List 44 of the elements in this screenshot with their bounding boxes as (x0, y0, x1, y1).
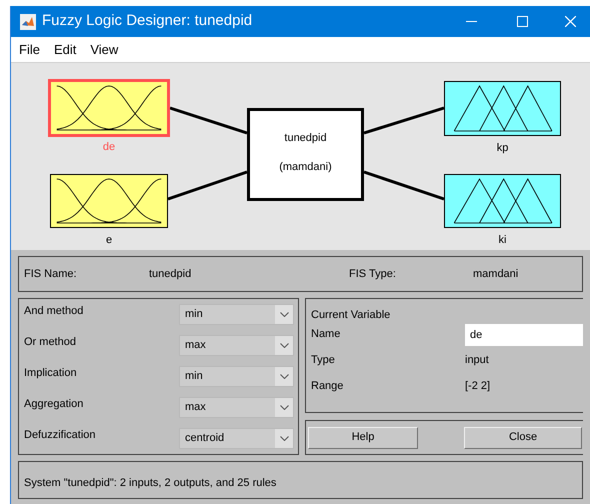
method-dropdown[interactable]: min (179, 366, 294, 386)
variable-label: e (106, 233, 112, 248)
chevron-down-icon (280, 312, 288, 316)
method-dropdown[interactable]: min (179, 304, 294, 324)
menu-item[interactable]: View (89, 40, 120, 60)
method-dropdown[interactable]: max (179, 334, 294, 356)
chevron-down-icon (280, 404, 288, 410)
variable-label: kp (496, 141, 508, 156)
field-value: input (465, 353, 489, 368)
minimize-icon (466, 21, 476, 22)
field-label: Type (311, 353, 336, 368)
system-name: tunedpid (284, 132, 327, 145)
chevron-down-icon (280, 374, 288, 378)
menu-item[interactable]: Edit (52, 40, 78, 60)
method-label: And method (23, 304, 84, 319)
panel-title: Current Variable (311, 308, 392, 323)
method-label: Aggregation (23, 397, 84, 412)
method-label: Or method (23, 335, 77, 350)
field-label: Range (311, 379, 344, 394)
chevron-down-icon (280, 342, 288, 348)
fis-name-label: FIS Name: (24, 267, 78, 282)
chevron-down-icon (280, 436, 288, 440)
menu-item[interactable]: File (18, 40, 41, 60)
name-field[interactable]: de (465, 324, 583, 346)
system-node[interactable]: tunedpid (mamdani) (247, 108, 364, 201)
method-dropdown[interactable]: max (179, 396, 294, 418)
field-value: [-2 2] (465, 379, 490, 394)
close-dialog-button[interactable]: Close (464, 426, 582, 448)
variable-label: de (102, 140, 116, 155)
window-title: Fuzzy Logic Designer: tunedpid (42, 11, 252, 32)
method-dropdown[interactable]: centroid (179, 428, 294, 448)
system-type: (mamdani) (279, 161, 332, 174)
close-icon (564, 16, 576, 27)
fis-type-value: mamdani (473, 267, 518, 282)
fis-type-label: FIS Type: (349, 267, 397, 282)
status-text: System "tunedpid": 2 inputs, 2 outputs, and 25 rules (24, 477, 276, 489)
maximize-icon (516, 16, 528, 27)
field-label: Name (311, 327, 342, 342)
method-label: Defuzzification (23, 428, 97, 443)
variable-label: ki (498, 233, 506, 248)
help-button[interactable]: Help (308, 426, 418, 448)
method-label: Implication (23, 366, 78, 381)
fis-name-value: tunedpid (149, 267, 192, 282)
app-icon (20, 14, 36, 30)
